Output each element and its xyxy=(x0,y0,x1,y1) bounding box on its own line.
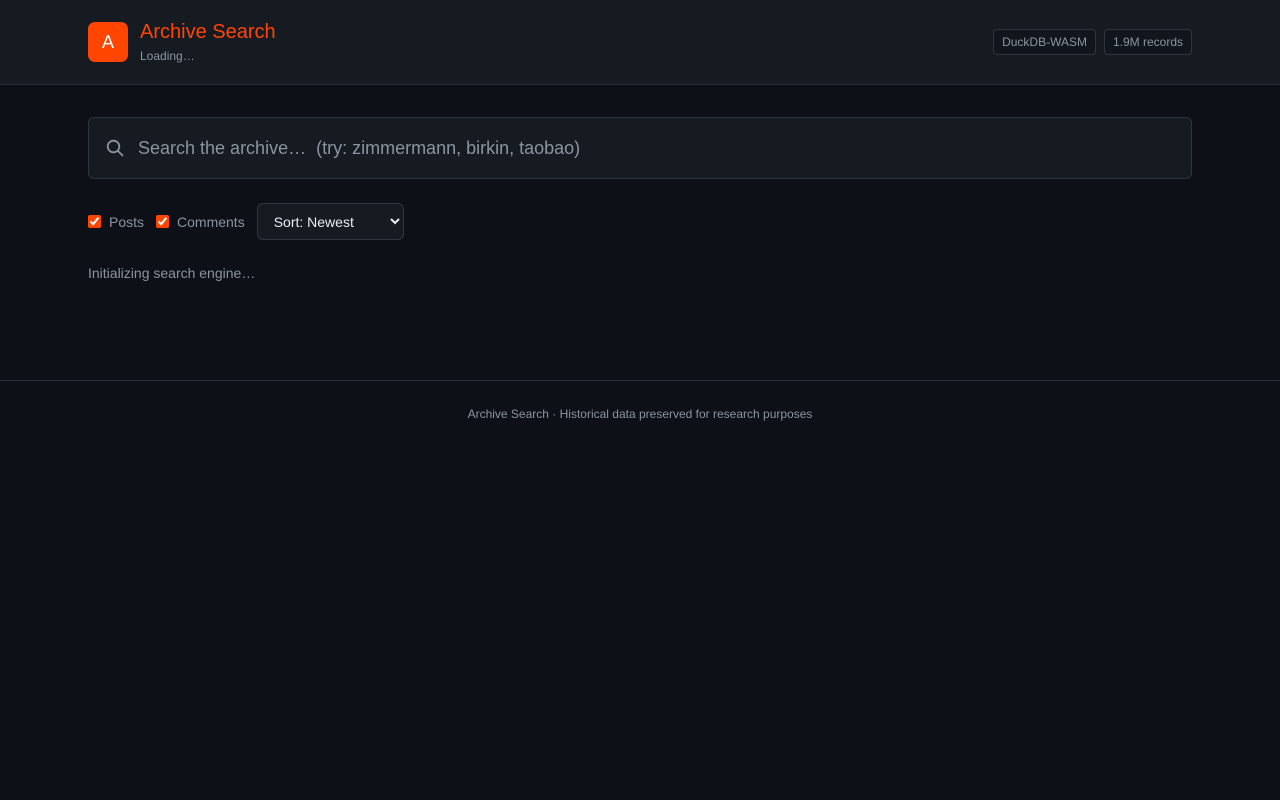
app-header: A Archive Search Loading… DuckDB-WASM 1.… xyxy=(0,0,1280,85)
page-footer: Archive Search · Historical data preserv… xyxy=(0,380,1280,421)
search-input[interactable] xyxy=(138,118,1191,178)
footer-text: Archive Search · Historical data preserv… xyxy=(467,407,813,421)
comments-label: Comments xyxy=(177,213,245,230)
record-count-badge: 1.9M records xyxy=(1103,29,1192,55)
search-engine-status: Initializing search engine… xyxy=(88,265,256,281)
posts-checkbox[interactable] xyxy=(88,215,101,228)
engine-badge: DuckDB-WASM xyxy=(993,29,1096,55)
search-icon xyxy=(105,138,125,158)
sort-select[interactable]: Sort: Newest xyxy=(256,203,404,240)
app-title: Archive Search xyxy=(140,21,276,43)
header-badges: DuckDB-WASM 1.9M records xyxy=(993,29,1192,55)
posts-label: Posts xyxy=(109,213,145,230)
posts-filter[interactable]: Posts xyxy=(88,214,144,230)
comments-checkbox[interactable] xyxy=(156,215,170,228)
comments-filter[interactable]: Comments xyxy=(156,214,245,230)
loading-status: Loading… xyxy=(140,49,195,63)
logo-letter: A xyxy=(101,31,114,52)
search-box[interactable] xyxy=(88,117,1192,179)
filter-bar: Posts Comments Sort: Newest xyxy=(88,203,404,240)
logo: A xyxy=(88,22,128,62)
